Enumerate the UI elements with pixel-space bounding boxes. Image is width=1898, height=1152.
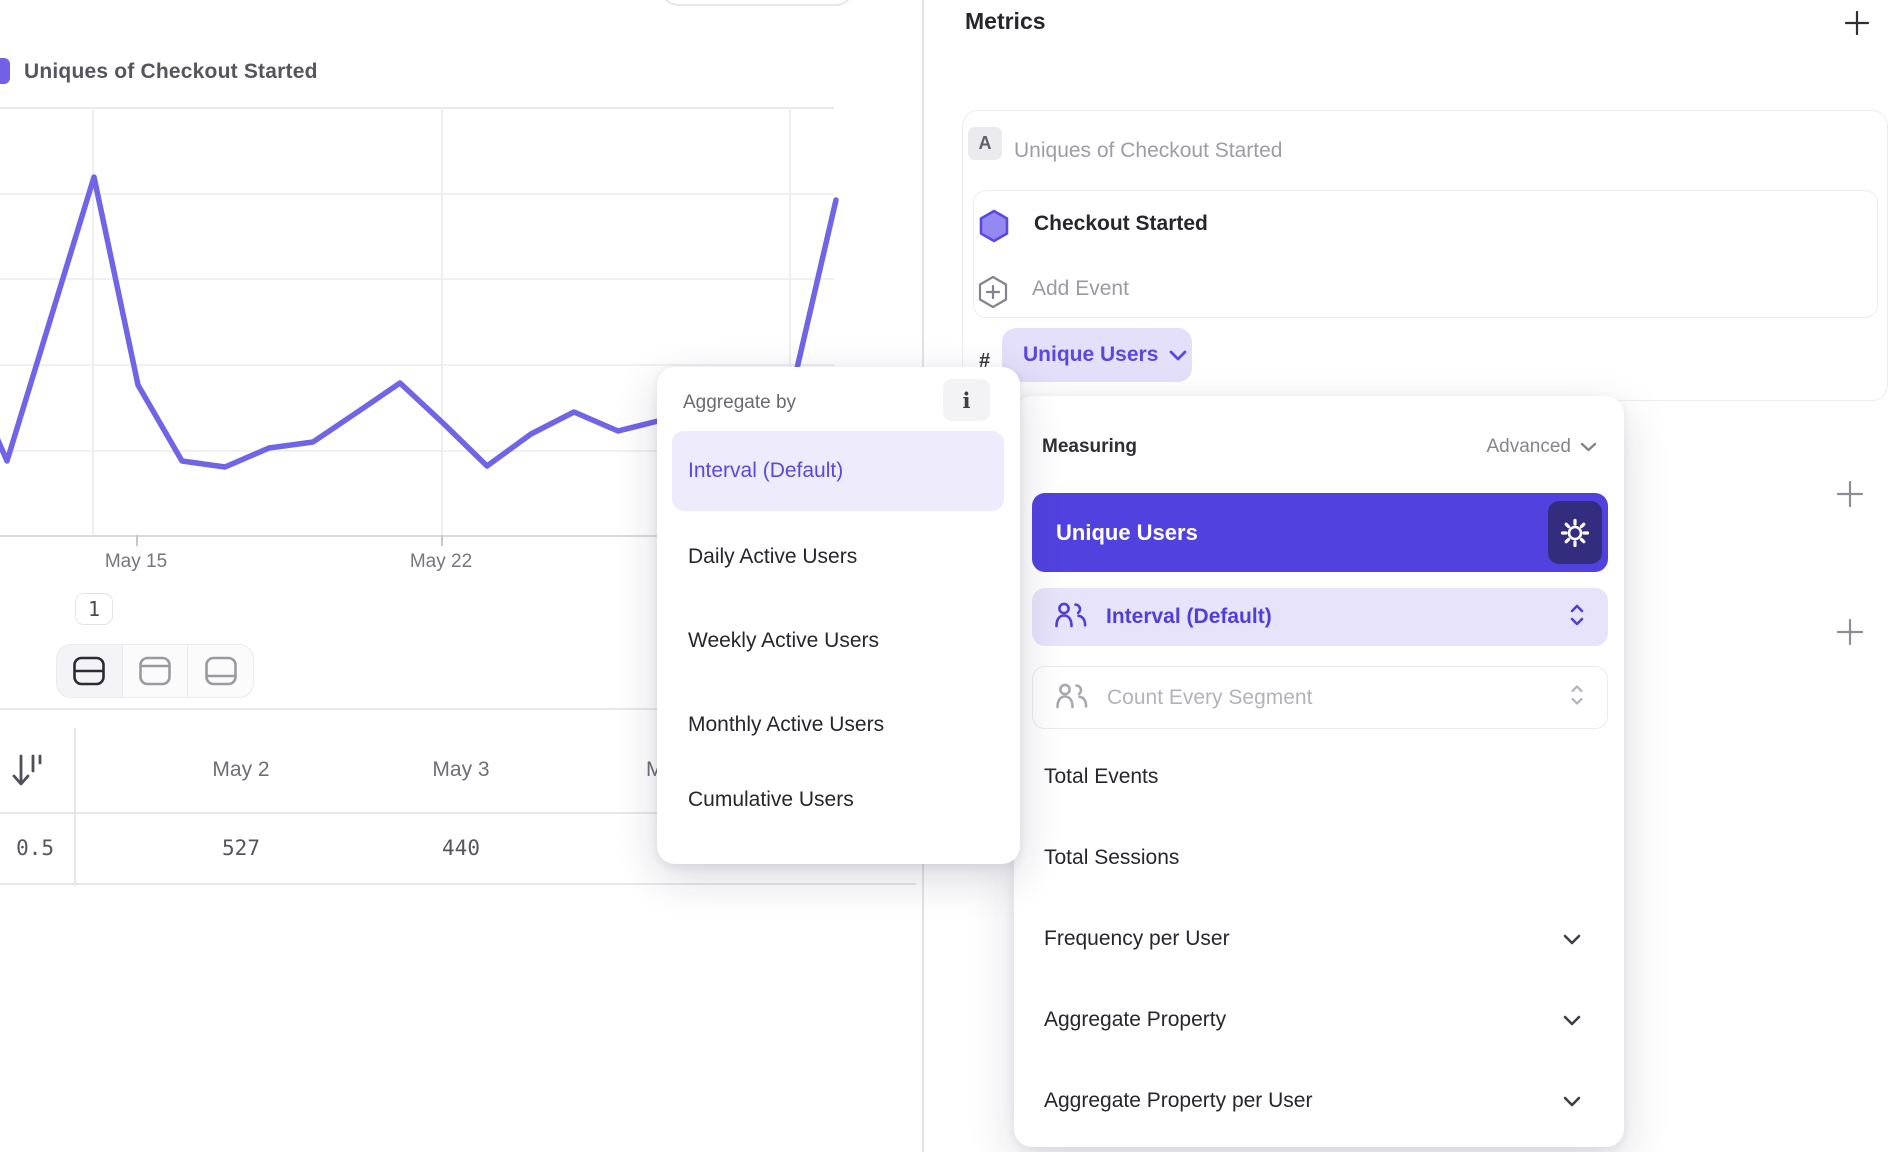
table-cell-may3: 440 <box>381 836 541 860</box>
layout-table-only-button[interactable] <box>187 645 253 697</box>
aggregate-by-popup: Aggregate by i Interval (Default) Daily … <box>657 367 1020 864</box>
split-rows-icon <box>71 655 107 687</box>
layout-split-rows-button[interactable] <box>57 645 122 697</box>
option-aggregate-property-per-user[interactable]: Aggregate Property per User <box>1044 1073 1608 1129</box>
legend-series-label: Uniques of Checkout Started <box>24 60 318 84</box>
selector-updown-icon <box>1569 683 1585 712</box>
aggregate-option-interval-default[interactable]: Interval (Default) <box>672 431 1004 511</box>
option-label: Aggregate Property <box>1044 1008 1226 1032</box>
table-column-divider <box>74 728 76 886</box>
chevron-down-icon <box>1562 933 1582 946</box>
h-gridline <box>0 364 834 366</box>
option-total-events[interactable]: Total Events <box>1044 749 1608 805</box>
x-axis-label: May 22 <box>381 551 501 573</box>
sort-icon[interactable] <box>10 751 48 798</box>
footer-row-icon <box>203 655 239 687</box>
option-label: Cumulative Users <box>688 788 854 812</box>
unique-users-selected-button[interactable]: Unique Users <box>1032 493 1608 572</box>
chevron-down-icon <box>1168 349 1188 362</box>
measuring-label: Measuring <box>1042 436 1137 458</box>
chevron-down-icon <box>1562 1014 1582 1027</box>
x-axis-tick <box>136 535 138 546</box>
info-icon[interactable]: i <box>943 379 990 421</box>
aggregate-option-cumulative-users[interactable]: Cumulative Users <box>672 771 1004 829</box>
aggregate-option-weekly-active-users[interactable]: Weekly Active Users <box>672 612 1004 670</box>
analytics-query-builder: Uniques of Checkout Started May 15 May 2… <box>0 0 1898 1152</box>
measure-type-dropdown[interactable]: Unique Users <box>1002 328 1192 382</box>
option-label: Daily Active Users <box>688 545 857 569</box>
advanced-dropdown[interactable]: Advanced <box>1486 436 1598 458</box>
aggregate-option-monthly-active-users[interactable]: Monthly Active Users <box>672 696 1004 754</box>
layout-chart-only-button[interactable] <box>122 645 188 697</box>
add-event-hexagon-plus-icon[interactable] <box>975 273 1011 314</box>
option-total-sessions[interactable]: Total Sessions <box>1044 830 1608 886</box>
interval-default-label: Interval (Default) <box>1106 605 1272 629</box>
chevron-down-icon <box>1579 441 1598 453</box>
option-frequency-per-user[interactable]: Frequency per User <box>1044 911 1608 967</box>
add-metric-plus-icon[interactable] <box>1843 9 1871 42</box>
x-axis-label: May 15 <box>76 551 196 573</box>
table-cell-may2: 527 <box>161 836 321 860</box>
event-name[interactable]: Checkout Started <box>1034 212 1208 236</box>
metric-letter-badge: A <box>968 127 1002 160</box>
table-header-may3[interactable]: May 3 <box>381 758 541 782</box>
count-every-segment-selector[interactable]: Count Every Segment <box>1032 666 1608 729</box>
aggregate-option-daily-active-users[interactable]: Daily Active Users <box>672 528 1004 586</box>
chevron-down-icon <box>1562 1095 1582 1108</box>
h-gridline <box>0 193 834 195</box>
option-label: Aggregate Property per User <box>1044 1089 1312 1113</box>
measure-settings-button[interactable] <box>1548 501 1602 564</box>
table-row-label-clipped: 0.5 <box>0 836 54 860</box>
add-section-plus-icon[interactable] <box>1835 479 1865 514</box>
option-label: Interval (Default) <box>688 459 843 483</box>
option-label: Frequency per User <box>1044 927 1230 951</box>
plot-top-border <box>0 107 834 109</box>
measuring-popover: Measuring Advanced Unique Users <box>1014 396 1624 1147</box>
option-label: Monthly Active Users <box>688 713 884 737</box>
h-gridline <box>0 278 834 280</box>
option-label: Weekly Active Users <box>688 629 879 653</box>
metrics-panel-title: Metrics <box>965 8 1046 35</box>
add-event-label[interactable]: Add Event <box>1032 277 1129 301</box>
event-hexagon-icon <box>977 208 1011 249</box>
series-color-chip <box>0 58 10 84</box>
gear-icon <box>1559 517 1591 549</box>
toolbar-pill-button[interactable] <box>659 0 855 6</box>
unique-users-label: Unique Users <box>1056 520 1198 546</box>
table-header-may2[interactable]: May 2 <box>161 758 321 782</box>
users-icon <box>1055 682 1089 714</box>
users-icon <box>1054 601 1088 633</box>
measure-type-label: Unique Users <box>1023 343 1158 367</box>
header-row-icon <box>137 655 173 687</box>
interval-default-selector[interactable]: Interval (Default) <box>1032 588 1608 646</box>
aggregate-by-header: Aggregate by <box>683 392 796 414</box>
count-every-segment-label: Count Every Segment <box>1107 686 1312 710</box>
table-row-border <box>0 883 916 885</box>
layout-toggle-group <box>56 644 254 698</box>
x-axis-tick <box>441 535 443 546</box>
v-gridline <box>92 107 94 535</box>
add-section-plus-icon[interactable] <box>1835 617 1865 652</box>
selector-updown-icon <box>1568 602 1586 633</box>
page-number-badge[interactable]: 1 <box>75 593 113 625</box>
metric-card-title[interactable]: Uniques of Checkout Started <box>1014 139 1283 163</box>
advanced-label: Advanced <box>1486 436 1571 458</box>
v-gridline <box>441 107 443 535</box>
option-aggregate-property[interactable]: Aggregate Property <box>1044 992 1608 1048</box>
